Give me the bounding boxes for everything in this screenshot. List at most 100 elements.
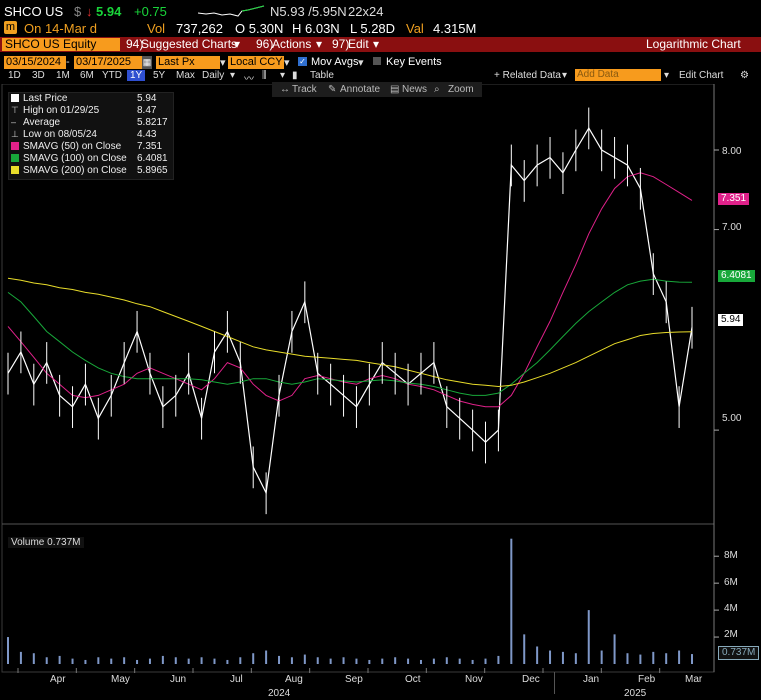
security-field[interactable]: SHCO US Equity — [2, 38, 120, 51]
candle-chart-icon[interactable]: ⫼ — [262, 70, 267, 81]
sma100-tag: 6.4081 — [718, 270, 755, 282]
volume-bar — [407, 658, 410, 664]
high-marker-icon: ⊤ — [11, 105, 19, 115]
volume-bar — [290, 657, 293, 664]
volume-bar — [471, 659, 474, 664]
ticker[interactable]: SHCO US — [4, 4, 63, 19]
x-tick: May — [111, 674, 130, 685]
related-data-button[interactable]: + Related Data — [494, 70, 561, 81]
bid-ask-size: 22x24 — [348, 4, 384, 19]
volume-legend: Volume 0.737M — [8, 537, 84, 548]
low-marker-icon: ⊥ — [11, 129, 19, 139]
bar-chart-icon[interactable]: ▮ — [292, 70, 298, 81]
x-tick: Feb — [638, 674, 656, 685]
year-label: 2025 — [624, 688, 647, 699]
volume-bar — [110, 658, 113, 664]
end-date-input[interactable]: 03/17/2025 — [74, 56, 142, 69]
price-change: +0.75 — [134, 4, 167, 19]
volume-bar — [484, 658, 487, 664]
actions-menu[interactable]: Actions — [272, 37, 311, 52]
y-tick: 7.00 — [722, 222, 742, 233]
volume-bar — [587, 610, 590, 664]
volume-bar — [45, 657, 48, 664]
vol-tick: 4M — [724, 603, 738, 614]
period-5y[interactable]: 5Y — [153, 70, 165, 81]
bid-ask: N5.93 /5.95N — [270, 4, 347, 19]
chevron-down-icon[interactable]: ▾ — [220, 56, 226, 69]
x-tick: Oct — [405, 674, 421, 685]
volume-bar — [213, 658, 216, 664]
chevron-down-icon[interactable]: ▾ — [562, 70, 567, 81]
volume-bar — [626, 653, 629, 664]
volume-bar — [678, 650, 681, 664]
average-marker-icon: – — [11, 117, 17, 127]
volume-bar — [510, 538, 513, 664]
chevron-down-icon[interactable]: ▾ — [664, 70, 669, 81]
low-value: L 5.28D — [350, 21, 396, 36]
zoom-icon[interactable]: ⌕ — [434, 84, 440, 95]
chevron-down-icon[interactable]: ▾ — [230, 70, 235, 81]
period-1y[interactable]: 1Y — [127, 70, 146, 81]
x-tick: Aug — [285, 674, 303, 685]
period-6m[interactable]: 6M — [80, 70, 94, 81]
dropdown-icon[interactable]: ▾ — [373, 37, 379, 52]
swatch — [11, 94, 19, 102]
dropdown-icon[interactable]: ▾ — [234, 37, 240, 52]
track-tool[interactable]: Track — [292, 84, 317, 95]
series-line-1 — [7, 172, 693, 408]
field-select[interactable]: Last Px — [156, 56, 220, 69]
x-tick: Apr — [50, 674, 66, 685]
frequency-select[interactable]: Daily — [202, 70, 224, 81]
period-3d[interactable]: 3D — [32, 70, 45, 81]
period-1d[interactable]: 1D — [8, 70, 21, 81]
dropdown-icon[interactable]: ▾ — [316, 37, 322, 52]
year-label: 2024 — [268, 688, 291, 699]
sma50-tag: 7.351 — [718, 193, 750, 205]
volume-bar — [458, 658, 461, 664]
currency-select[interactable]: Local CCY — [228, 56, 284, 69]
zoom-tool[interactable]: Zoom — [448, 84, 474, 95]
legend-high: ⊤ High on 01/29/25 8.47 — [11, 105, 157, 116]
volume-bar — [226, 659, 229, 664]
annotate-tool[interactable]: Annotate — [340, 84, 380, 95]
line-chart-icon[interactable]: 〰 — [244, 70, 254, 85]
table-button[interactable]: Table — [310, 70, 334, 81]
volume-bar — [355, 658, 358, 664]
volume-bar — [161, 655, 164, 664]
period-ytd[interactable]: YTD — [102, 70, 122, 81]
period-1m[interactable]: 1M — [56, 70, 70, 81]
mov-avgs-checkbox[interactable]: ✓ — [298, 57, 307, 66]
volume-bar — [381, 658, 384, 664]
news-tool[interactable]: News — [402, 84, 427, 95]
calendar-icon[interactable]: ▦ — [142, 56, 152, 69]
legend: Last Price 5.94 ⊤ High on 01/29/25 8.47 – Av… — [8, 92, 174, 180]
edit-menu[interactable]: Edit — [348, 37, 369, 52]
x-tick: Dec — [522, 674, 540, 685]
x-tick: Nov — [465, 674, 483, 685]
start-date-input[interactable]: 03/15/2024 — [4, 56, 66, 69]
swatch — [11, 166, 19, 174]
chart-tools: ↔ Track ✎ Annotate ▤ News ⌕ Zoom — [272, 82, 482, 97]
volume-bar — [32, 653, 35, 664]
gear-icon[interactable]: ⚙ — [740, 70, 749, 81]
chevron-down-icon[interactable]: ▾ — [358, 56, 364, 69]
actions-num: 96) — [256, 37, 274, 51]
suggested-charts-menu[interactable]: Suggested Charts — [141, 37, 237, 52]
news-icon[interactable]: ▤ — [390, 84, 399, 95]
vol-tick: 6M — [724, 577, 738, 588]
volume-bar — [278, 655, 281, 664]
key-events-label: Key Events — [386, 56, 442, 68]
sparkline — [198, 5, 265, 17]
edit-chart-button[interactable]: Edit Chart — [679, 70, 723, 81]
chevron-down-icon[interactable]: ▾ — [284, 56, 290, 69]
key-events-checkbox[interactable] — [373, 57, 381, 65]
market-status-icon: m — [4, 21, 17, 34]
annotate-icon[interactable]: ✎ — [328, 84, 336, 95]
vol-label: Vol — [147, 21, 166, 36]
track-icon[interactable]: ↔ — [280, 84, 290, 95]
chevron-down-icon[interactable]: ▾ — [280, 70, 285, 81]
legend-sma100: SMAVG (100) on Close 6.4081 — [9, 153, 173, 164]
add-data-input[interactable]: Add Data — [575, 69, 661, 81]
period-max[interactable]: Max — [176, 70, 195, 81]
mov-avgs-label: Mov Avgs — [311, 56, 359, 68]
